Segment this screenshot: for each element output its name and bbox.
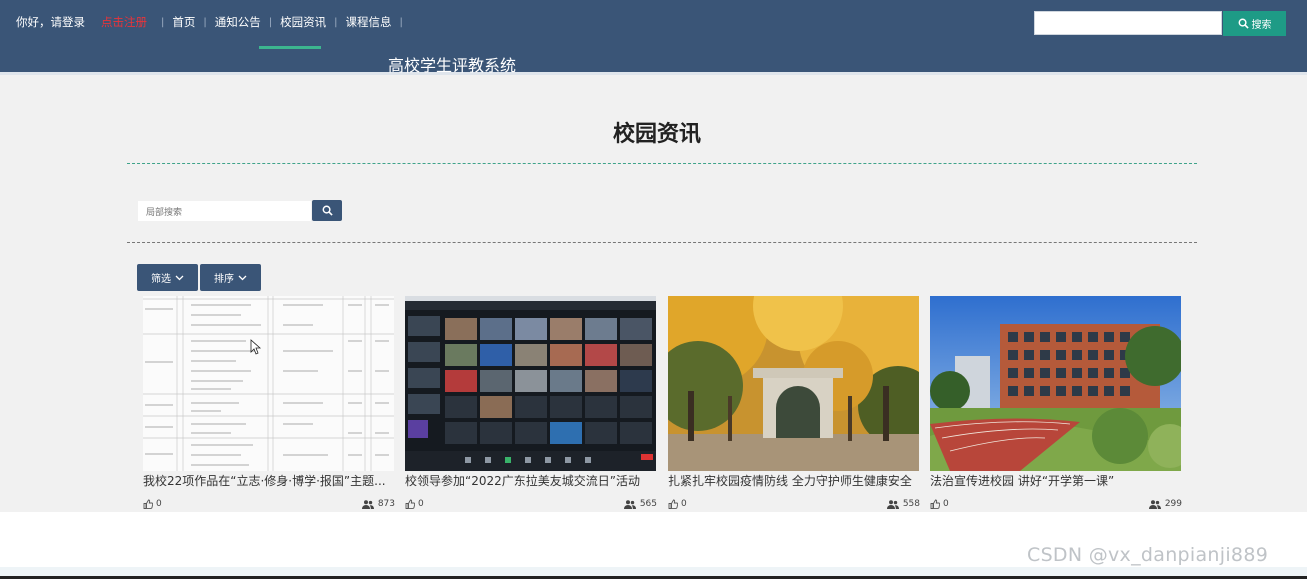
login-link[interactable]: 你好，请登录 xyxy=(16,14,85,30)
chevron-down-icon xyxy=(175,275,184,280)
nav-separator: | xyxy=(334,16,338,28)
nav-separator: | xyxy=(203,16,207,28)
thumbs-up-icon xyxy=(930,499,940,509)
watermark: CSDN @vx_danpianji889 xyxy=(1027,544,1269,566)
search-divider xyxy=(127,242,1197,243)
news-card[interactable]: 扎紧扎牢校园疫情防线 全力守护师生健康安全 0 558 xyxy=(668,296,920,512)
news-card-title[interactable]: 扎紧扎牢校园疫情防线 全力守护师生健康安全 xyxy=(668,472,920,489)
like-count-value: 0 xyxy=(418,499,424,509)
view-count-value: 565 xyxy=(639,499,657,509)
view-count-value: 558 xyxy=(902,499,920,509)
users-icon xyxy=(623,499,636,509)
nav-item-courses[interactable]: 课程信息 xyxy=(346,14,392,30)
news-thumbnail-video-conference[interactable] xyxy=(405,296,656,471)
site-title: 高校学生评教系统 xyxy=(388,56,517,75)
news-card[interactable]: 校领导参加“2022广东拉美友城交流日”活动 0 565 xyxy=(405,296,657,512)
news-card-title[interactable]: 我校22项作品在“立志·修身·博学·报国”主题... xyxy=(143,472,395,489)
nav-item-home[interactable]: 首页 xyxy=(172,14,195,30)
local-search-input[interactable]: 局部搜索 xyxy=(138,201,311,221)
search-button-label: 搜索 xyxy=(1251,20,1272,31)
news-thumbnail-campus-gate[interactable] xyxy=(668,296,919,471)
news-card[interactable]: 法治宣传进校园 讲好“开学第一课” 0 299 xyxy=(930,296,1182,512)
like-count-value: 0 xyxy=(943,499,949,509)
news-card[interactable]: 我校22项作品在“立志·修身·博学·报国”主题... 0 873 xyxy=(143,296,395,512)
news-thumbnail-document[interactable] xyxy=(143,296,394,471)
like-count-value: 0 xyxy=(681,499,687,509)
users-icon xyxy=(361,499,374,509)
news-card-title[interactable]: 校领导参加“2022广东拉美友城交流日”活动 xyxy=(405,472,657,489)
chevron-down-icon xyxy=(238,275,247,280)
global-search-button[interactable]: 搜索 xyxy=(1223,11,1286,36)
local-search-button[interactable] xyxy=(312,200,342,221)
search-icon xyxy=(1238,18,1249,29)
register-link[interactable]: 点击注册 xyxy=(101,14,147,30)
sort-label: 排序 xyxy=(214,274,234,285)
like-count[interactable]: 0 xyxy=(930,499,949,509)
view-count-value: 873 xyxy=(377,499,395,509)
news-thumbnail-campus-building[interactable] xyxy=(930,296,1181,471)
filter-label: 筛选 xyxy=(151,274,171,285)
view-count: 558 xyxy=(886,499,920,509)
like-count[interactable]: 0 xyxy=(668,499,687,509)
view-count: 565 xyxy=(623,499,657,509)
nav-separator: | xyxy=(161,16,165,28)
users-icon xyxy=(1148,499,1161,509)
view-count: 873 xyxy=(361,499,395,509)
active-nav-indicator xyxy=(259,46,321,49)
view-count-value: 299 xyxy=(1164,499,1182,509)
thumbs-up-icon xyxy=(405,499,415,509)
page-title: 校园资讯 xyxy=(612,122,701,147)
users-icon xyxy=(886,499,899,509)
thumbs-up-icon xyxy=(668,499,678,509)
sort-dropdown-button[interactable]: 排序 xyxy=(200,264,261,291)
title-divider xyxy=(127,163,1197,164)
filter-dropdown-button[interactable]: 筛选 xyxy=(137,264,198,291)
like-count[interactable]: 0 xyxy=(405,499,424,509)
news-card-title[interactable]: 法治宣传进校园 讲好“开学第一课” xyxy=(930,472,1182,489)
nav-item-notices[interactable]: 通知公告 xyxy=(215,14,261,30)
global-search-input[interactable] xyxy=(1034,11,1222,35)
like-count[interactable]: 0 xyxy=(143,499,162,509)
search-icon xyxy=(322,205,333,216)
view-count: 299 xyxy=(1148,499,1182,509)
nav-item-campus-news[interactable]: 校园资讯 xyxy=(280,14,326,30)
nav-separator: | xyxy=(399,16,403,28)
nav-separator: | xyxy=(268,16,273,28)
like-count-value: 0 xyxy=(156,499,162,509)
main-nav: 你好，请登录 点击注册 | 首页 | 通知公告 | 校园资讯 | 课程信息 | xyxy=(16,14,411,30)
thumbs-up-icon xyxy=(143,499,153,509)
